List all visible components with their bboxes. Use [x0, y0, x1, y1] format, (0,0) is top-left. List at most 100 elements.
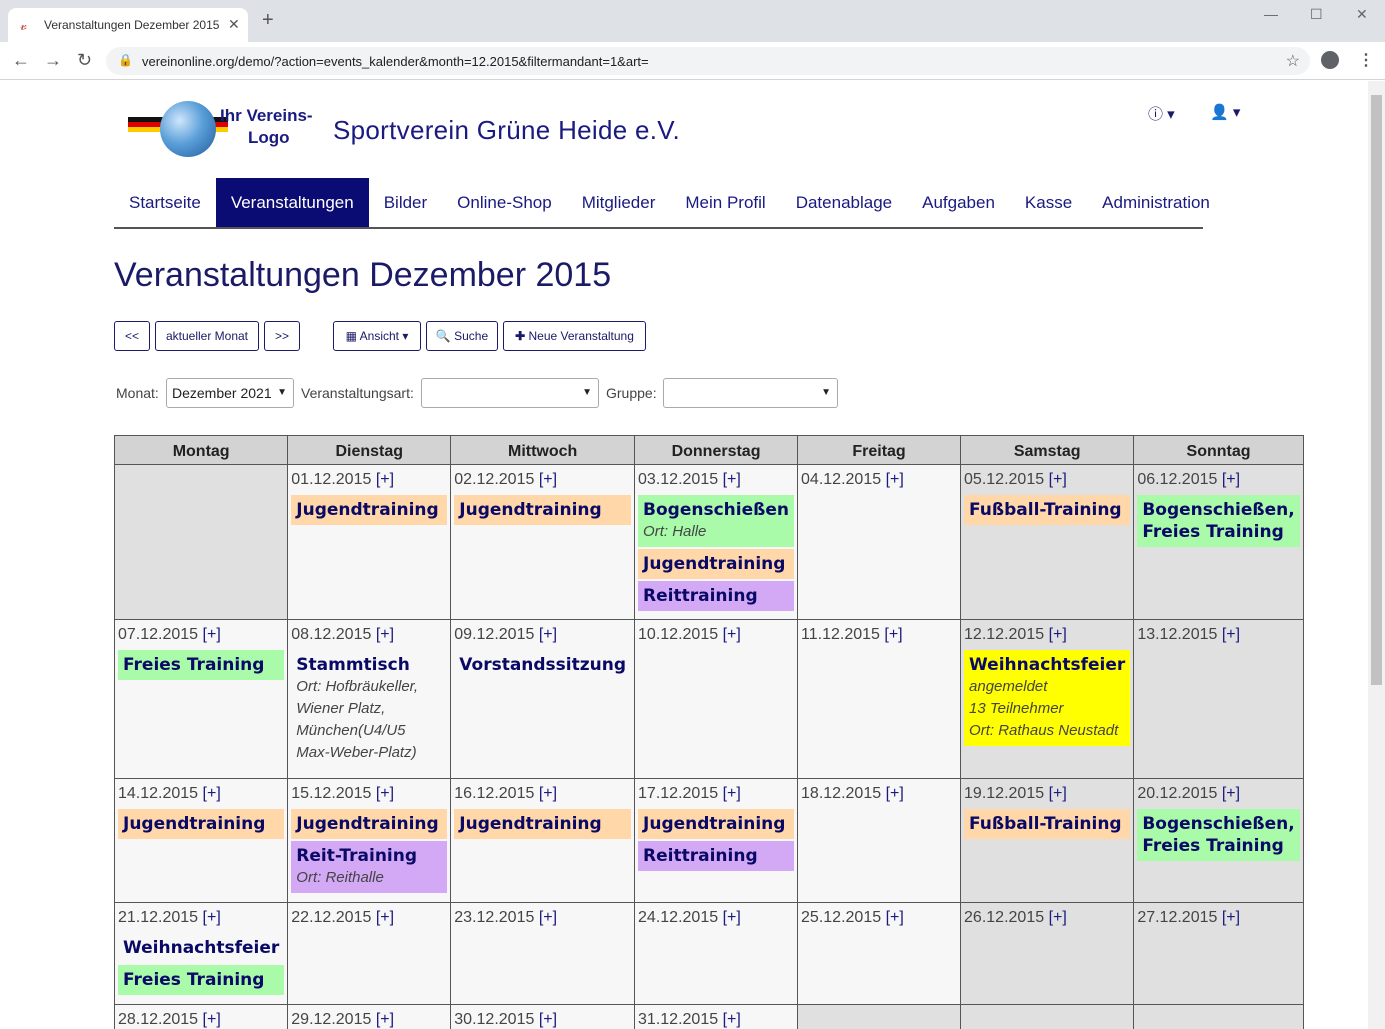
add-event-link[interactable]: [+]: [723, 1011, 741, 1028]
nav-item-datenablage[interactable]: Datenablage: [781, 178, 907, 227]
browser-menu-icon[interactable]: ⋮: [1358, 50, 1374, 70]
add-event-link[interactable]: [+]: [1222, 626, 1240, 643]
profile-icon[interactable]: [1321, 51, 1339, 69]
calendar-event[interactable]: Jugendtraining: [118, 809, 285, 839]
add-event-link[interactable]: [+]: [539, 471, 557, 488]
calendar-event[interactable]: Freies Training: [118, 650, 285, 680]
calendar-event[interactable]: Bogenschießen Ort: Halle: [638, 495, 795, 547]
user-menu-icon[interactable]: 👤 ▾: [1210, 103, 1240, 121]
add-event-link[interactable]: [+]: [539, 785, 557, 802]
nav-item-bilder[interactable]: Bilder: [369, 178, 442, 227]
calendar-event[interactable]: Fußball-Training: [964, 809, 1131, 839]
add-event-link[interactable]: [+]: [723, 626, 741, 643]
add-event-link[interactable]: [+]: [1049, 626, 1067, 643]
add-event-link[interactable]: [+]: [203, 785, 221, 802]
calendar-event[interactable]: Jugendtraining: [638, 809, 795, 839]
add-event-link[interactable]: [+]: [203, 626, 221, 643]
search-button[interactable]: 🔍 Suche: [426, 321, 498, 351]
nav-item-administration[interactable]: Administration: [1087, 178, 1225, 227]
calendar-day-cell: 08.12.2015 [+] Stammtisch Ort: Hofbräukell…: [287, 619, 452, 779]
nav-item-startseite[interactable]: Startseite: [114, 178, 216, 227]
club-logo[interactable]: Ihr Vereins- Logo: [124, 99, 320, 159]
info-menu-icon[interactable]: ⓘ ▾: [1148, 103, 1175, 124]
calendar-event[interactable]: Bogenschießen, Freies Training: [1137, 495, 1300, 547]
add-event-link[interactable]: [+]: [886, 785, 904, 802]
new-tab-icon[interactable]: +: [262, 10, 274, 30]
nav-item-mitglieder[interactable]: Mitglieder: [567, 178, 671, 227]
add-event-link[interactable]: [+]: [539, 1011, 557, 1028]
calendar-empty-cell: [113, 464, 289, 620]
calendar-event[interactable]: Freies Training: [118, 965, 285, 995]
browser-tab[interactable]: 𝓋 Veranstaltungen Dezember 2015 ✕: [8, 8, 248, 42]
month-select[interactable]: Dezember 2021 ▼: [166, 378, 294, 408]
prev-month-button[interactable]: <<: [114, 321, 150, 351]
calendar-event[interactable]: Jugendtraining: [454, 809, 632, 839]
group-select[interactable]: ▼: [663, 378, 838, 408]
day-header: 10.12.2015 [+]: [638, 621, 794, 651]
close-tab-icon[interactable]: ✕: [228, 16, 240, 33]
calendar-event[interactable]: Reittraining: [638, 841, 795, 871]
calendar-event[interactable]: Vorstandssitzung: [454, 650, 631, 680]
add-event-link[interactable]: [+]: [1222, 785, 1240, 802]
add-event-link[interactable]: [+]: [376, 471, 394, 488]
maximize-icon[interactable]: ☐: [1310, 6, 1323, 23]
scrollbar[interactable]: [1368, 81, 1385, 1029]
calendar-event[interactable]: Weihnachtsfeier: [118, 933, 284, 963]
calendar-event[interactable]: Jugendtraining: [291, 809, 448, 839]
new-event-button[interactable]: ✚ Neue Veranstaltung: [503, 321, 646, 351]
add-event-link[interactable]: [+]: [723, 471, 741, 488]
calendar-event[interactable]: Jugendtraining: [291, 495, 448, 525]
next-month-button[interactable]: >>: [264, 321, 300, 351]
calendar-event[interactable]: Jugendtraining: [638, 549, 795, 579]
add-event-link[interactable]: [+]: [539, 909, 557, 926]
view-dropdown-button[interactable]: ▦ Ansicht ▾: [333, 321, 421, 351]
bookmark-star-icon[interactable]: ☆: [1286, 51, 1300, 71]
add-event-link[interactable]: [+]: [886, 471, 904, 488]
day-date: 02.12.2015: [454, 471, 535, 488]
globe-icon: [160, 101, 216, 157]
event-detail: Ort: Halle: [643, 523, 707, 540]
month-filter-label: Monat:: [116, 385, 159, 401]
calendar-event[interactable]: Bogenschießen, Freies Training: [1137, 809, 1300, 861]
add-event-link[interactable]: [+]: [1222, 909, 1240, 926]
calendar-event[interactable]: Fußball-Training: [964, 495, 1131, 525]
add-event-link[interactable]: [+]: [1222, 471, 1240, 488]
day-date: 29.12.2015: [291, 1011, 372, 1028]
add-event-link[interactable]: [+]: [376, 1011, 394, 1028]
event-type-select[interactable]: ▼: [421, 378, 599, 408]
add-event-link[interactable]: [+]: [539, 626, 557, 643]
add-event-link[interactable]: [+]: [886, 909, 904, 926]
calendar-event[interactable]: Jugendtraining: [454, 495, 632, 525]
reload-icon[interactable]: ↻: [77, 51, 92, 69]
calendar-event[interactable]: Weihnachtsfeier angemeldet 13 Teilnehmer Or…: [964, 650, 1131, 746]
add-event-link[interactable]: [+]: [1049, 909, 1067, 926]
forward-icon[interactable]: →: [44, 51, 62, 69]
add-event-link[interactable]: [+]: [203, 1011, 221, 1028]
calendar-event[interactable]: Reit-Training Ort: Reithalle: [291, 841, 448, 893]
scrollbar-thumb[interactable]: [1371, 95, 1382, 685]
add-event-link[interactable]: [+]: [1049, 785, 1067, 802]
add-event-link[interactable]: [+]: [1049, 471, 1067, 488]
add-event-link[interactable]: [+]: [723, 909, 741, 926]
calendar-event[interactable]: Stammtisch Ort: Hofbräukeller, Wiener Pla…: [291, 650, 447, 768]
close-window-icon[interactable]: ✕: [1356, 6, 1368, 23]
nav-item-online-shop[interactable]: Online-Shop: [442, 178, 567, 227]
day-date: 06.12.2015: [1137, 471, 1218, 488]
nav-item-aufgaben[interactable]: Aufgaben: [907, 178, 1010, 227]
add-event-link[interactable]: [+]: [376, 626, 394, 643]
nav-item-veranstaltungen[interactable]: Veranstaltungen: [215, 178, 369, 227]
day-header: 11.12.2015 [+]: [801, 621, 957, 651]
back-icon[interactable]: ←: [12, 51, 30, 69]
calendar-event[interactable]: Reittraining: [638, 581, 795, 611]
nav-item-mein-profil[interactable]: Mein Profil: [670, 178, 780, 227]
add-event-link[interactable]: [+]: [203, 909, 221, 926]
add-event-link[interactable]: [+]: [376, 785, 394, 802]
add-event-link[interactable]: [+]: [376, 909, 394, 926]
current-month-button[interactable]: aktueller Monat: [155, 321, 259, 351]
site-title[interactable]: Sportverein Grüne Heide e.V.: [333, 115, 680, 146]
add-event-link[interactable]: [+]: [884, 626, 902, 643]
nav-item-kasse[interactable]: Kasse: [1010, 178, 1087, 227]
minimize-icon[interactable]: —: [1264, 6, 1278, 22]
url-field[interactable]: 🔒 vereinonline.org/demo/?action=events_k…: [106, 47, 1310, 75]
add-event-link[interactable]: [+]: [723, 785, 741, 802]
